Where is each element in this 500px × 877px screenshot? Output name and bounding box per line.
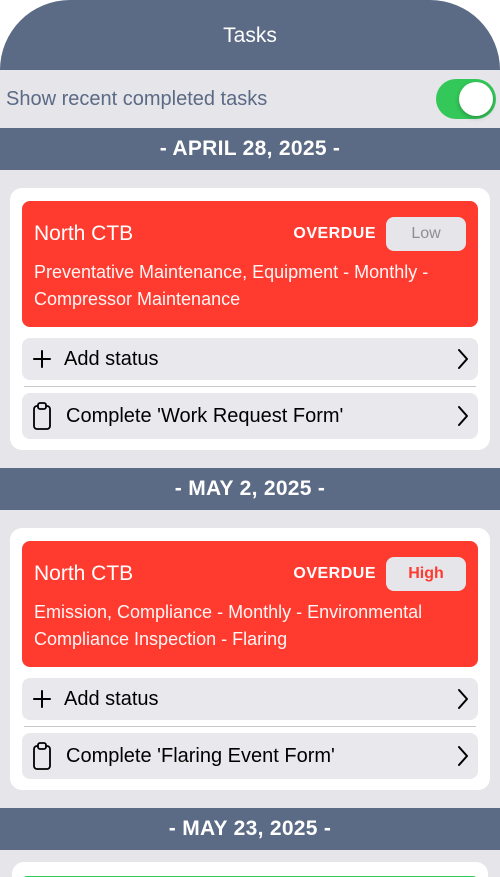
date-header-label: - MAY 2, 2025 -: [174, 477, 326, 500]
task-item-overdue[interactable]: North CTB OVERDUE Low Preventative Maint…: [22, 201, 478, 327]
add-status-button[interactable]: Add status: [22, 338, 478, 380]
completed-tasks-toggle[interactable]: [436, 79, 496, 119]
date-section-header: - MAY 2, 2025 -: [0, 468, 500, 510]
divider: [24, 386, 476, 387]
date-section-header: - APRIL 28, 2025 -: [0, 128, 500, 170]
completed-tasks-toggle-label: Show recent completed tasks: [6, 87, 268, 110]
clipboard-icon: [30, 402, 54, 430]
toggle-knob: [459, 82, 493, 116]
task-description: Emission, Compliance - Monthly - Environ…: [34, 602, 423, 649]
task-description: Preventative Maintenance, Equipment - Mo…: [34, 262, 429, 309]
task-item-overdue[interactable]: North CTB OVERDUE High Emission, Complia…: [22, 541, 478, 667]
completed-tasks-filter-row: Show recent completed tasks: [0, 70, 500, 128]
overdue-label: OVERDUE: [293, 225, 376, 242]
chevron-right-icon: [456, 687, 470, 711]
tasks-screen: Tasks Show recent completed tasks - APRI…: [0, 0, 500, 877]
task-header: North CTB OVERDUE High: [34, 557, 466, 591]
complete-form-label: Complete 'Work Request Form': [66, 404, 344, 427]
chevron-right-icon: [456, 404, 470, 428]
overdue-label: OVERDUE: [293, 565, 376, 582]
task-header: North CTB OVERDUE Low: [34, 217, 466, 251]
date-section-header: - MAY 23, 2025 -: [0, 808, 500, 850]
date-header-label: - MAY 23, 2025 -: [168, 817, 332, 840]
task-card: [12, 862, 488, 877]
divider: [24, 726, 476, 727]
plus-icon: [30, 687, 54, 711]
page-title: Tasks: [223, 24, 277, 47]
chevron-right-icon: [456, 347, 470, 371]
plus-icon: [30, 347, 54, 371]
add-status-label: Add status: [64, 687, 159, 710]
task-site-name: North CTB: [34, 222, 134, 245]
navigation-bar: Tasks: [0, 0, 500, 70]
add-status-button[interactable]: Add status: [22, 678, 478, 720]
complete-form-button[interactable]: Complete 'Flaring Event Form': [22, 733, 478, 779]
complete-form-button[interactable]: Complete 'Work Request Form': [22, 393, 478, 439]
add-status-label: Add status: [64, 347, 159, 370]
priority-badge: High: [386, 557, 466, 591]
priority-badge: Low: [386, 217, 466, 251]
task-site-name: North CTB: [34, 562, 134, 585]
complete-form-label: Complete 'Flaring Event Form': [66, 744, 335, 767]
task-badges: OVERDUE High: [293, 557, 466, 591]
task-badges: OVERDUE Low: [293, 217, 466, 251]
task-card: North CTB OVERDUE High Emission, Complia…: [10, 528, 490, 790]
chevron-right-icon: [456, 744, 470, 768]
task-card: North CTB OVERDUE Low Preventative Maint…: [10, 188, 490, 450]
date-header-label: - APRIL 28, 2025 -: [159, 137, 341, 160]
clipboard-icon: [30, 742, 54, 770]
